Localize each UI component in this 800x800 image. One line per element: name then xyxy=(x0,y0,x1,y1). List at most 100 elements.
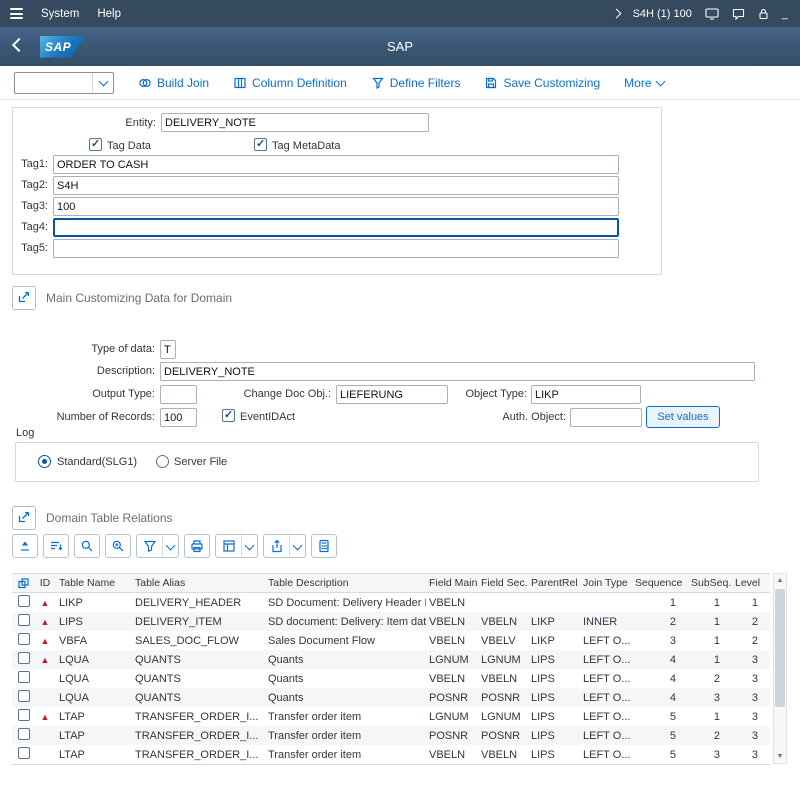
more-button[interactable]: More xyxy=(624,76,663,90)
sort-ascending-button[interactable] xyxy=(12,534,38,558)
scroll-down-button[interactable]: ▼ xyxy=(774,750,786,763)
eventidact-checkbox[interactable] xyxy=(222,409,235,422)
tag4-input[interactable] xyxy=(53,218,619,237)
row-select-checkbox[interactable] xyxy=(18,728,30,740)
table-row[interactable]: LQUAQUANTSQuantsPOSNRPOSNRLIPSLEFT O...4… xyxy=(12,688,770,707)
table-row[interactable]: ▲VBFASALES_DOC_FLOWSales Document FlowVB… xyxy=(12,631,770,650)
row-select-checkbox[interactable] xyxy=(18,595,30,607)
col-field-sec[interactable]: Field Sec. xyxy=(478,577,528,589)
entity-input[interactable] xyxy=(161,113,429,132)
expand-section-button[interactable] xyxy=(12,506,36,530)
filter-menubutton[interactable] xyxy=(136,534,179,558)
table-row[interactable]: ▲LQUAQUANTSQuantsLGNUMLGNUMLIPSLEFT O...… xyxy=(12,650,770,669)
minimize-button[interactable]: _ xyxy=(782,8,788,20)
print-button[interactable] xyxy=(184,534,210,558)
row-select-checkbox[interactable] xyxy=(18,652,30,664)
layout-combobox[interactable] xyxy=(14,72,114,94)
sort-descending-button[interactable] xyxy=(43,534,69,558)
chat-icon[interactable] xyxy=(732,8,745,20)
build-join-button[interactable]: Build Join xyxy=(138,76,209,90)
tag2-input[interactable] xyxy=(53,176,619,195)
row-select-checkbox[interactable] xyxy=(18,709,30,721)
define-filters-button[interactable]: Define Filters xyxy=(371,76,461,90)
search-next-button[interactable] xyxy=(105,534,131,558)
tag1-input[interactable] xyxy=(53,155,619,174)
object-type-input[interactable] xyxy=(531,385,641,404)
table-row[interactable]: LTAPTRANSFER_ORDER_I...Transfer order it… xyxy=(12,726,770,745)
tag-metadata-checkbox[interactable] xyxy=(254,138,267,151)
table-row[interactable]: LTAPTRANSFER_ORDER_I...Transfer order it… xyxy=(12,745,770,764)
cell-subseq: 1 xyxy=(688,711,732,723)
col-parentrel[interactable]: ParentRel xyxy=(528,577,580,589)
set-values-button[interactable]: Set values xyxy=(646,406,720,428)
type-of-data-input[interactable] xyxy=(160,340,176,359)
select-all-header[interactable] xyxy=(12,578,34,589)
calculator-button[interactable] xyxy=(311,534,337,558)
row-select-checkbox[interactable] xyxy=(18,633,30,645)
col-field-main[interactable]: Field Main xyxy=(426,577,478,589)
auth-object-input[interactable] xyxy=(570,408,642,427)
change-doc-obj-input[interactable] xyxy=(336,385,448,404)
scrollbar-thumb[interactable] xyxy=(775,589,785,707)
expand-section-button[interactable] xyxy=(12,286,36,310)
save-customizing-button[interactable]: Save Customizing xyxy=(484,76,600,90)
tag3-input[interactable] xyxy=(53,197,619,216)
row-select-checkbox[interactable] xyxy=(18,614,30,626)
lock-icon[interactable] xyxy=(758,8,769,20)
session-screen-icon[interactable] xyxy=(705,8,719,20)
col-table-description[interactable]: Table Description xyxy=(265,577,426,589)
table-row[interactable]: ▲LIPSDELIVERY_ITEMSD document: Delivery:… xyxy=(12,612,770,631)
server-file-radio[interactable] xyxy=(156,455,169,468)
views-menu-arrow[interactable] xyxy=(241,535,257,557)
row-select-checkbox[interactable] xyxy=(18,671,30,683)
row-select-checkbox[interactable] xyxy=(18,747,30,759)
cell-table-alias: DELIVERY_ITEM xyxy=(132,616,265,628)
table-row[interactable]: LQUAQUANTSQuantsVBELNVBELNLIPSLEFT O...4… xyxy=(12,669,770,688)
print-icon xyxy=(189,538,205,554)
row-select-cell xyxy=(12,671,34,686)
row-select-checkbox[interactable] xyxy=(18,690,30,702)
scroll-up-button[interactable]: ▲ xyxy=(774,574,786,587)
export-menubutton[interactable] xyxy=(263,534,306,558)
tag5-input[interactable] xyxy=(53,239,619,258)
cell-table-description: Transfer order item xyxy=(265,711,426,723)
row-select-cell xyxy=(12,633,34,648)
col-id[interactable]: ID xyxy=(34,577,56,589)
col-subseq[interactable]: SubSeq. xyxy=(688,577,732,589)
menu-system[interactable]: System xyxy=(41,8,79,20)
output-type-input[interactable] xyxy=(160,385,197,404)
export-menu-arrow[interactable] xyxy=(289,535,305,557)
back-button[interactable] xyxy=(14,40,24,53)
col-level[interactable]: Level xyxy=(732,577,770,589)
menu-help[interactable]: Help xyxy=(97,8,121,20)
application-toolbar: Build Join Column Definition Define Filt… xyxy=(0,66,800,100)
column-definition-button[interactable]: Column Definition xyxy=(233,76,347,90)
cell-parent-rel: LIPS xyxy=(528,730,580,742)
cell-subseq: 1 xyxy=(688,654,732,666)
set-filter-button[interactable] xyxy=(137,535,162,557)
number-of-records-input[interactable] xyxy=(160,408,197,427)
col-table-alias[interactable]: Table Alias xyxy=(132,577,265,589)
filter-menu-arrow[interactable] xyxy=(162,535,178,557)
table-row[interactable]: ▲LIKPDELIVERY_HEADERSD Document: Deliver… xyxy=(12,593,770,612)
standard-slg1-radio[interactable] xyxy=(38,455,51,468)
table-header-row: ID Table Name Table Alias Table Descript… xyxy=(12,573,770,593)
col-join-type[interactable]: Join Type xyxy=(580,577,632,589)
col-table-name[interactable]: Table Name xyxy=(56,577,132,589)
description-input[interactable] xyxy=(160,362,755,381)
table-scrollbar[interactable]: ▲ ▼ xyxy=(773,573,787,764)
views-menubutton[interactable] xyxy=(215,534,258,558)
table-row[interactable]: ▲LTAPTRANSFER_ORDER_I...Transfer order i… xyxy=(12,707,770,726)
cell-field-sec: VBELV xyxy=(478,635,528,647)
col-sequence[interactable]: Sequence xyxy=(632,577,688,589)
log-groupbox: Standard(SLG1) Server File xyxy=(15,442,759,482)
export-icon xyxy=(269,538,285,554)
export-button[interactable] xyxy=(264,535,289,557)
tag-data-checkbox[interactable] xyxy=(89,138,102,151)
table-view-button[interactable] xyxy=(216,535,241,557)
chevron-right-icon[interactable] xyxy=(611,9,621,19)
chevron-down-icon[interactable] xyxy=(92,73,113,93)
cell-field-sec: LGNUM xyxy=(478,654,528,666)
search-button[interactable] xyxy=(74,534,100,558)
hamburger-menu-icon[interactable] xyxy=(10,8,23,19)
